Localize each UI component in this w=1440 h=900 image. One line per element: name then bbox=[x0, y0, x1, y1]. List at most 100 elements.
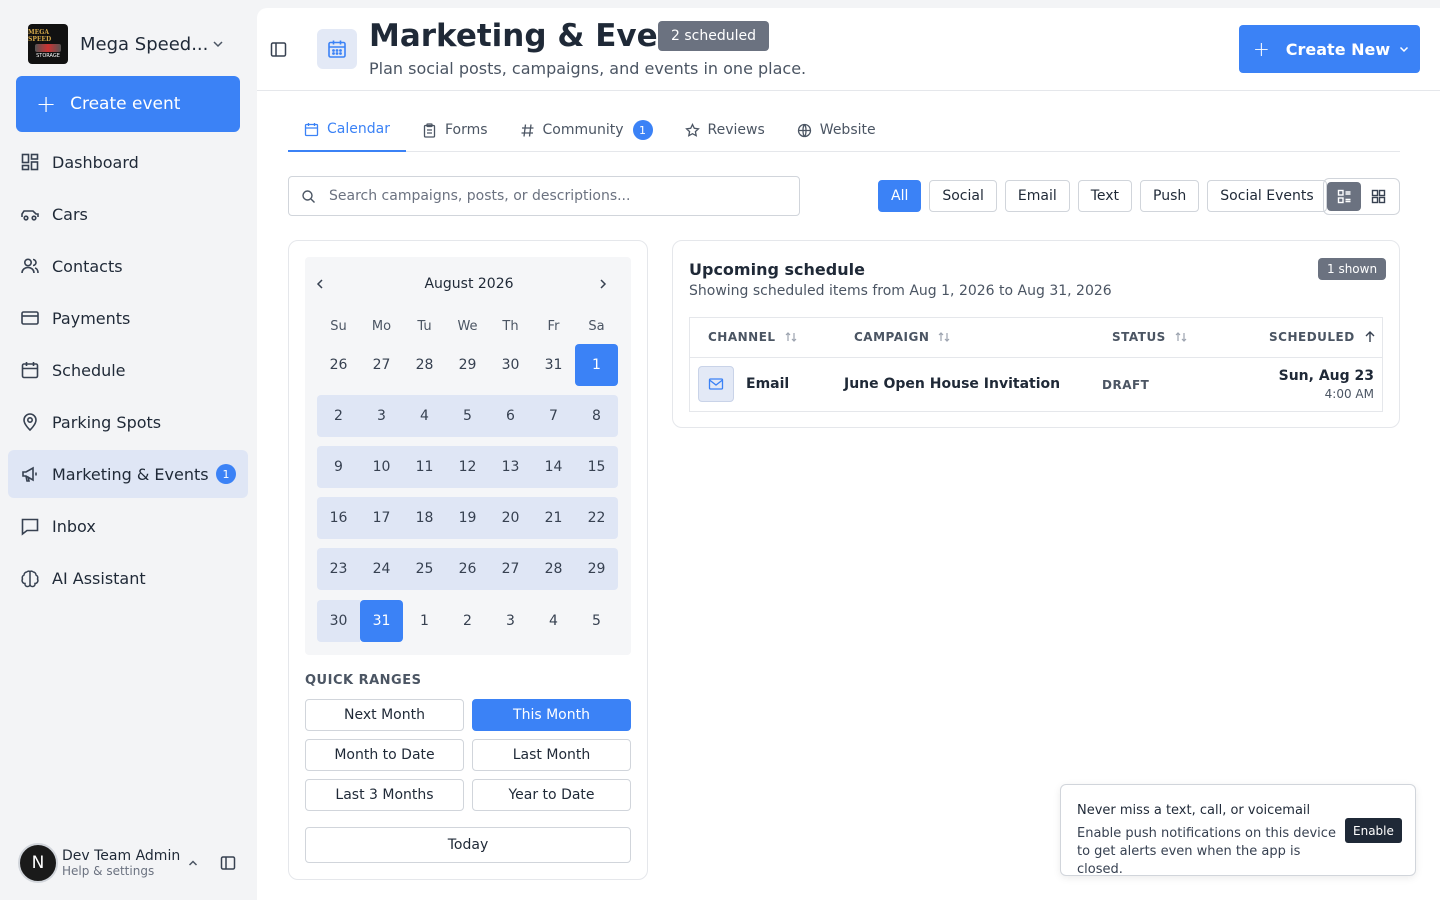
tab-website[interactable]: Website bbox=[781, 108, 892, 152]
calendar-day[interactable]: 30 bbox=[317, 600, 360, 642]
calendar-day[interactable]: 16 bbox=[317, 497, 360, 539]
calendar-day[interactable]: 11 bbox=[403, 446, 446, 488]
filter-text[interactable]: Text bbox=[1077, 180, 1133, 212]
column-header-channel[interactable]: CHANNEL bbox=[708, 330, 798, 344]
schedule-subtitle: Showing scheduled items from Aug 1, 2026… bbox=[689, 283, 1112, 299]
tab-calendar[interactable]: Calendar bbox=[288, 108, 406, 152]
calendar-day[interactable]: 3 bbox=[489, 600, 532, 642]
quick-range-month-to-date[interactable]: Month to Date bbox=[305, 739, 464, 771]
credit-card-icon bbox=[21, 311, 39, 325]
logo-text-top: MEGA SPEED bbox=[28, 29, 52, 43]
quick-range-year-to-date[interactable]: Year to Date bbox=[472, 779, 631, 811]
calendar-day[interactable]: 18 bbox=[403, 497, 446, 539]
tab-community[interactable]: Community 1 bbox=[504, 108, 669, 152]
calendar-day[interactable]: 22 bbox=[575, 497, 618, 539]
user-subtitle: Help & settings bbox=[62, 864, 155, 878]
panel-toggle-icon[interactable] bbox=[270, 41, 287, 58]
quick-range-last-month[interactable]: Last Month bbox=[472, 739, 631, 771]
chevron-right-icon[interactable] bbox=[596, 277, 610, 291]
calendar-day[interactable]: 28 bbox=[532, 548, 575, 590]
filter-all[interactable]: All bbox=[878, 180, 922, 212]
tab-forms[interactable]: Forms bbox=[406, 108, 504, 152]
column-header-campaign[interactable]: CAMPAIGN bbox=[854, 330, 951, 344]
calendar-day[interactable]: 10 bbox=[360, 446, 403, 488]
user-name: Dev Team Admin bbox=[62, 848, 181, 864]
calendar-day[interactable]: 30 bbox=[489, 344, 532, 386]
sidebar-item-inbox[interactable]: Inbox bbox=[8, 502, 248, 550]
column-header-status[interactable]: STATUS bbox=[1112, 330, 1188, 344]
quick-range-this-month[interactable]: This Month bbox=[472, 699, 631, 731]
calendar-day[interactable]: 14 bbox=[532, 446, 575, 488]
weekday-header: Mo bbox=[371, 319, 392, 334]
sidebar-item-schedule[interactable]: Schedule bbox=[8, 346, 248, 394]
calendar-day[interactable]: 24 bbox=[360, 548, 403, 590]
chevron-down-icon[interactable] bbox=[1398, 43, 1410, 55]
create-event-button[interactable]: + Create event bbox=[16, 76, 240, 132]
filter-email[interactable]: Email bbox=[1004, 180, 1070, 212]
sidebar-toggle-icon[interactable] bbox=[220, 855, 236, 871]
date-range-picker: August 2026 QUICK RANGES Next Month This… bbox=[288, 240, 648, 880]
plus-icon: + bbox=[36, 90, 57, 118]
calendar-day[interactable]: 4 bbox=[403, 395, 446, 437]
calendar-day[interactable]: 31 bbox=[360, 600, 403, 642]
calendar-day[interactable]: 23 bbox=[317, 548, 360, 590]
sidebar-item-parking-spots[interactable]: Parking Spots bbox=[8, 398, 248, 446]
calendar-day[interactable]: 28 bbox=[403, 344, 446, 386]
calendar-day[interactable]: 5 bbox=[575, 600, 618, 642]
calendar-day[interactable]: 1 bbox=[403, 600, 446, 642]
calendar-day[interactable]: 20 bbox=[489, 497, 532, 539]
list-view-button[interactable] bbox=[1327, 182, 1361, 211]
calendar-day[interactable]: 26 bbox=[317, 344, 360, 386]
weekday-header: Sa bbox=[588, 319, 605, 334]
calendar-day[interactable]: 21 bbox=[532, 497, 575, 539]
calendar-day[interactable]: 19 bbox=[446, 497, 489, 539]
calendar-day[interactable]: 3 bbox=[360, 395, 403, 437]
sidebar-item-dashboard[interactable]: Dashboard bbox=[8, 138, 248, 186]
filter-push[interactable]: Push bbox=[1140, 180, 1200, 212]
calendar-day[interactable]: 7 bbox=[532, 395, 575, 437]
calendar-day[interactable]: 6 bbox=[489, 395, 532, 437]
sidebar-item-contacts[interactable]: Contacts bbox=[8, 242, 248, 290]
calendar-day[interactable]: 2 bbox=[317, 395, 360, 437]
today-button[interactable]: Today bbox=[305, 827, 631, 863]
create-new-label: Create New bbox=[1285, 39, 1391, 59]
tab-label: Website bbox=[819, 122, 876, 138]
sidebar-item-payments[interactable]: Payments bbox=[8, 294, 248, 342]
calendar-day[interactable]: 1 bbox=[575, 344, 618, 386]
calendar-day[interactable]: 25 bbox=[403, 548, 446, 590]
filter-social-events[interactable]: Social Events bbox=[1207, 180, 1327, 212]
calendar-day[interactable]: 2 bbox=[446, 600, 489, 642]
calendar-day[interactable]: 29 bbox=[446, 344, 489, 386]
calendar-day[interactable]: 4 bbox=[532, 600, 575, 642]
calendar-day[interactable]: 9 bbox=[317, 446, 360, 488]
quick-range-last-3-months[interactable]: Last 3 Months bbox=[305, 779, 464, 811]
calendar-day[interactable]: 17 bbox=[360, 497, 403, 539]
search-input[interactable] bbox=[329, 188, 769, 204]
calendar-day[interactable]: 27 bbox=[489, 548, 532, 590]
notification-badge: 1 bbox=[632, 120, 653, 140]
brand-switcher[interactable]: MEGA SPEED STORAGE Mega Speed... bbox=[28, 24, 238, 64]
calendar-day[interactable]: 31 bbox=[532, 344, 575, 386]
calendar-day[interactable]: 15 bbox=[575, 446, 618, 488]
calendar-day[interactable]: 12 bbox=[446, 446, 489, 488]
calendar-day[interactable]: 8 bbox=[575, 395, 618, 437]
enable-notifications-button[interactable]: Enable bbox=[1345, 818, 1402, 843]
quick-range-next-month[interactable]: Next Month bbox=[305, 699, 464, 731]
create-new-button[interactable]: + Create New bbox=[1239, 25, 1420, 73]
weekday-header: Su bbox=[330, 319, 347, 334]
user-menu[interactable]: N Dev Team Admin Help & settings bbox=[18, 842, 248, 884]
filter-social[interactable]: Social bbox=[929, 180, 997, 212]
calendar-day[interactable]: 29 bbox=[575, 548, 618, 590]
sidebar-item-ai-assistant[interactable]: AI Assistant bbox=[8, 554, 248, 602]
sidebar-item-cars[interactable]: Cars bbox=[8, 190, 248, 238]
grid-view-button[interactable] bbox=[1361, 182, 1395, 211]
calendar-day[interactable]: 26 bbox=[446, 548, 489, 590]
calendar-day[interactable]: 13 bbox=[489, 446, 532, 488]
schedule-table: CHANNEL CAMPAIGN STATUS SCHEDULED Email bbox=[689, 317, 1383, 412]
calendar-day[interactable]: 27 bbox=[360, 344, 403, 386]
calendar-day[interactable]: 5 bbox=[446, 395, 489, 437]
tab-reviews[interactable]: Reviews bbox=[669, 108, 781, 152]
column-header-scheduled[interactable]: SCHEDULED bbox=[1269, 330, 1377, 344]
sidebar-item-marketing-events[interactable]: Marketing & Events 1 bbox=[8, 450, 248, 498]
calendar-icon bbox=[21, 362, 39, 379]
